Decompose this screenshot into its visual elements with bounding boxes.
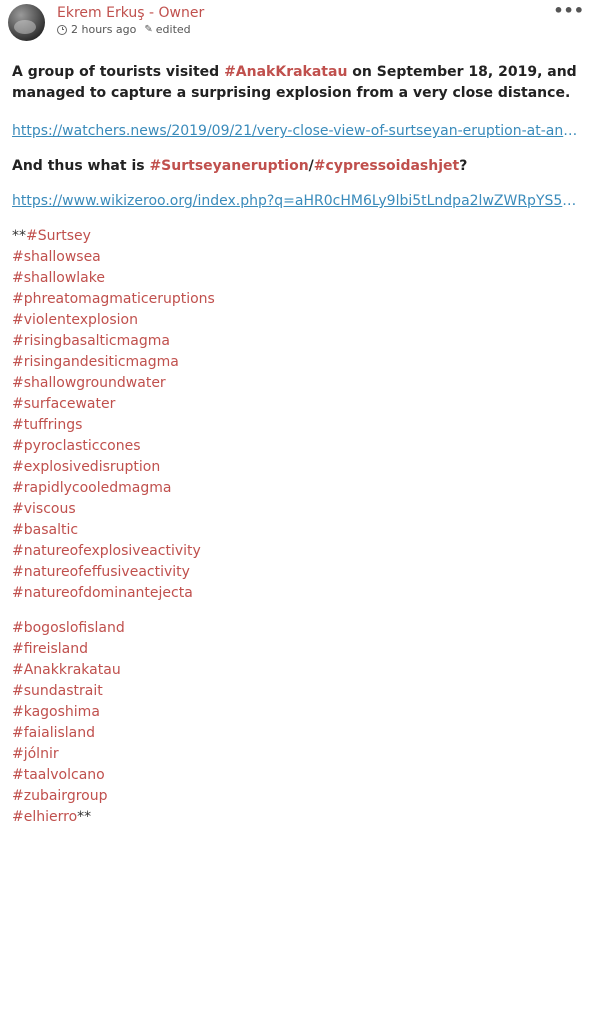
- hashtag-line: #shallowgroundwater: [12, 373, 584, 394]
- hashtag-list-2: #bogoslofisland #fireisland #Anakkrakatau #…: [12, 618, 584, 828]
- hashtag-line: #risingbasalticmagma: [12, 331, 584, 352]
- hashtag-line: #surfacewater: [12, 394, 584, 415]
- post-header: Ekrem Erkuş - Owner 2 hours ago ✎ edited…: [0, 0, 596, 50]
- hashtag-line: #viscous: [12, 499, 584, 520]
- hashtag-link[interactable]: #jólnir: [12, 746, 59, 762]
- hashtag-line: #tuffrings: [12, 415, 584, 436]
- intro-text-1: A group of tourists visited: [12, 64, 225, 80]
- hashtag-link[interactable]: #surfacewater: [12, 396, 115, 412]
- clock-icon: [57, 24, 67, 35]
- hashtag-link[interactable]: #AnakKrakatau: [224, 64, 347, 80]
- hashtag-link[interactable]: #kagoshima: [12, 704, 100, 720]
- hashtag-line: #pyroclasticcones: [12, 436, 584, 457]
- hashtag-link[interactable]: #explosivedisruption: [12, 459, 160, 475]
- hashtag-line: #natureofexplosiveactivity: [12, 541, 584, 562]
- hashtag-link[interactable]: #phreatomagmaticeruptions: [12, 291, 215, 307]
- hashtag-line: #phreatomagmaticeruptions: [12, 289, 584, 310]
- author-name[interactable]: Ekrem Erkuş - Owner: [57, 5, 204, 21]
- hashtag-line: #shallowlake: [12, 268, 584, 289]
- hashtag-line: #rapidlycooledmagma: [12, 478, 584, 499]
- hashtag-line: #kagoshima: [12, 702, 584, 723]
- hashtag-link[interactable]: #risingandesiticmagma: [12, 354, 179, 370]
- hashtag-link[interactable]: #shallowsea: [12, 249, 101, 265]
- question-text-2: ?: [459, 158, 468, 174]
- hashtag-link[interactable]: #natureofeffusiveactivity: [12, 564, 190, 580]
- hashtag-line: #risingandesiticmagma: [12, 352, 584, 373]
- hashtag-link[interactable]: #viscous: [12, 501, 76, 517]
- hashtag-link[interactable]: #shallowgroundwater: [12, 375, 166, 391]
- hashtag-line: #violentexplosion: [12, 310, 584, 331]
- hashtag-link[interactable]: #rapidlycooledmagma: [12, 480, 171, 496]
- hashtag-link[interactable]: #basaltic: [12, 522, 78, 538]
- question-text-1: And thus what is: [12, 158, 150, 174]
- hashtag-link[interactable]: #tuffrings: [12, 417, 82, 433]
- hashtag-line: #natureofeffusiveactivity: [12, 562, 584, 583]
- hashtag-link[interactable]: #sundastrait: [12, 683, 103, 699]
- article-link[interactable]: https://watchers.news/2019/09/21/very-cl…: [12, 121, 584, 142]
- hashtag-line: #basaltic: [12, 520, 584, 541]
- hashtag-line: #faialisland: [12, 723, 584, 744]
- hashtag-line: #fireisland: [12, 639, 584, 660]
- hashtag-link[interactable]: #cypressoidashjet: [314, 158, 459, 174]
- hashtag-link[interactable]: #fireisland: [12, 641, 88, 657]
- hashtag-link[interactable]: #Surtsey: [26, 228, 91, 244]
- post-time[interactable]: 2 hours ago: [71, 23, 136, 36]
- hashtag-line: **#Surtsey: [12, 226, 584, 247]
- pencil-icon: ✎: [144, 24, 153, 35]
- hashtag-link[interactable]: #faialisland: [12, 725, 95, 741]
- markdown-prefix: **: [12, 228, 26, 244]
- hashtag-link[interactable]: #zubairgroup: [12, 788, 107, 804]
- hashtag-link[interactable]: #Surtseyaneruption: [149, 158, 308, 174]
- post-meta: 2 hours ago ✎ edited: [57, 23, 191, 36]
- hashtag-line: #bogoslofisland: [12, 618, 584, 639]
- question-paragraph: And thus what is #Surtseyaneruption/#cyp…: [12, 156, 584, 177]
- intro-paragraph: A group of tourists visited #AnakKrakata…: [12, 62, 584, 104]
- hashtag-link[interactable]: #pyroclasticcones: [12, 438, 141, 454]
- hashtag-line: #shallowsea: [12, 247, 584, 268]
- hashtag-line: #jólnir: [12, 744, 584, 765]
- hashtag-line: #sundastrait: [12, 681, 584, 702]
- hashtag-link[interactable]: #violentexplosion: [12, 312, 138, 328]
- hashtag-line: #elhierro**: [12, 807, 584, 828]
- post-content: A group of tourists visited #AnakKrakata…: [12, 62, 584, 828]
- more-options-icon[interactable]: •••: [553, 3, 584, 19]
- hashtag-link[interactable]: #taalvolcano: [12, 767, 105, 783]
- hashtag-line: #zubairgroup: [12, 786, 584, 807]
- hashtag-list-1: **#Surtsey #shallowsea #shallowlake #phreat…: [12, 226, 584, 604]
- edited-label[interactable]: edited: [156, 23, 191, 36]
- markdown-suffix: **: [77, 809, 92, 825]
- hashtag-link[interactable]: #risingbasalticmagma: [12, 333, 170, 349]
- hashtag-link[interactable]: #shallowlake: [12, 270, 105, 286]
- hashtag-link[interactable]: #natureofexplosiveactivity: [12, 543, 201, 559]
- hashtag-line: #explosivedisruption: [12, 457, 584, 478]
- hashtag-line: #Anakkrakatau: [12, 660, 584, 681]
- wiki-link[interactable]: https://www.wikizeroo.org/index.php?q=aH…: [12, 191, 584, 212]
- hashtag-link[interactable]: #bogoslofisland: [12, 620, 125, 636]
- hashtag-line: #taalvolcano: [12, 765, 584, 786]
- hashtag-link[interactable]: #natureofdominantejecta: [12, 585, 193, 601]
- hashtag-line: #natureofdominantejecta: [12, 583, 584, 604]
- hashtag-link[interactable]: #elhierro: [12, 809, 77, 825]
- avatar[interactable]: [8, 4, 45, 41]
- hashtag-link[interactable]: #Anakkrakatau: [12, 662, 121, 678]
